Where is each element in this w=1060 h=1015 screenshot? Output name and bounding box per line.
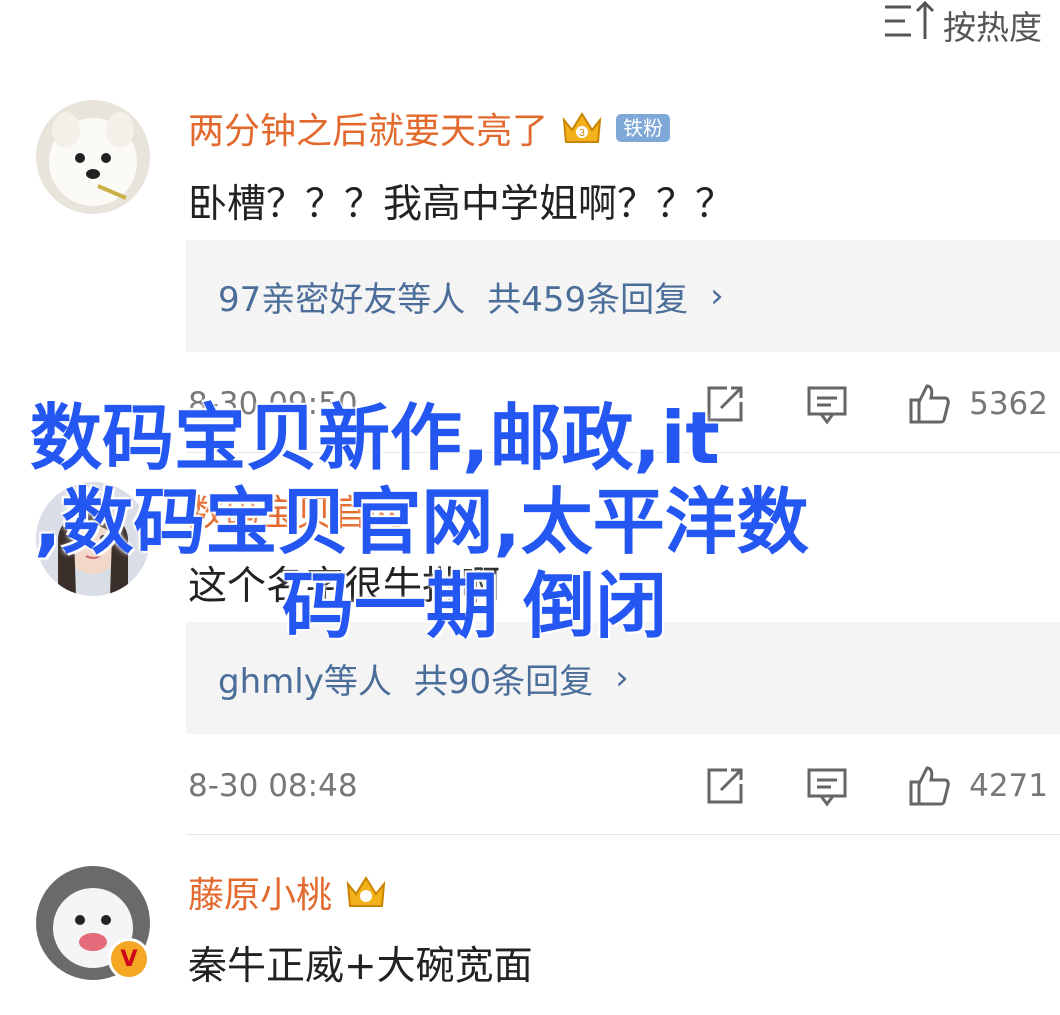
- like-button[interactable]: 5362: [907, 382, 1048, 426]
- svg-text:3: 3: [579, 128, 585, 139]
- like-icon: [909, 766, 950, 806]
- verified-badge: V: [108, 938, 150, 980]
- avatar[interactable]: [36, 482, 150, 596]
- comment-meta: 8-30 09:50 5362: [188, 374, 1048, 434]
- sort-icon: [883, 0, 937, 51]
- comment-time: 8-30 09:50: [188, 386, 358, 422]
- crown-icon: 3: [560, 108, 604, 148]
- divider: [186, 834, 1060, 835]
- comment-username[interactable]: 藤原小桃: [188, 866, 388, 918]
- username-text[interactable]: 藤原小桃: [188, 866, 332, 918]
- crown-icon: [344, 872, 388, 912]
- like-count: 5362: [969, 386, 1048, 422]
- comment-icon: [807, 768, 847, 807]
- reply-names: 97亲密好友等人: [218, 279, 466, 320]
- repost-button[interactable]: [703, 764, 747, 808]
- avatar[interactable]: [36, 100, 150, 214]
- like-count: 4271: [969, 768, 1048, 804]
- comment-text: 这个名字很牛批啊: [188, 564, 501, 609]
- comment-text: 秦牛正威+大碗宽面: [188, 944, 533, 989]
- comment-icon: [807, 386, 847, 425]
- repost-icon: [707, 386, 743, 422]
- comment-button[interactable]: [805, 382, 849, 426]
- fan-badge: 铁粉: [616, 114, 671, 142]
- divider: [186, 452, 1060, 453]
- username-text[interactable]: 数码宝贝官网: [188, 484, 404, 536]
- comment-username[interactable]: 两分钟之后就要天亮了 3 铁粉: [188, 102, 671, 154]
- comment-meta: 8-30 08:48 4271: [188, 756, 1048, 816]
- reply-count: 共90条回复: [413, 661, 594, 702]
- replies-summary[interactable]: ghmly等人 共90条回复 ›: [186, 622, 1060, 734]
- like-icon: [909, 384, 950, 424]
- username-text[interactable]: 两分钟之后就要天亮了: [188, 102, 548, 154]
- repost-icon: [707, 768, 743, 804]
- chevron-right-icon: ›: [615, 658, 629, 698]
- sort-label: 按热度: [943, 8, 1042, 47]
- sort-by-hot-button[interactable]: 按热度: [883, 0, 1042, 50]
- comment-username[interactable]: 数码宝贝官网: [188, 484, 404, 536]
- reply-count: 共459条回复: [487, 279, 689, 320]
- replies-summary[interactable]: 97亲密好友等人 共459条回复 ›: [186, 240, 1060, 352]
- comment-time: 8-30 08:48: [188, 768, 358, 804]
- comment-text: 卧槽？？？我高中学姐啊？？？: [188, 182, 735, 227]
- comment-button[interactable]: [805, 764, 849, 808]
- like-button[interactable]: 4271: [907, 764, 1048, 808]
- repost-button[interactable]: [703, 382, 747, 426]
- chevron-right-icon: ›: [710, 276, 724, 316]
- reply-names: ghmly等人: [218, 661, 392, 702]
- overlay-line-2: ,数码宝贝官网,太平洋数: [34, 480, 809, 564]
